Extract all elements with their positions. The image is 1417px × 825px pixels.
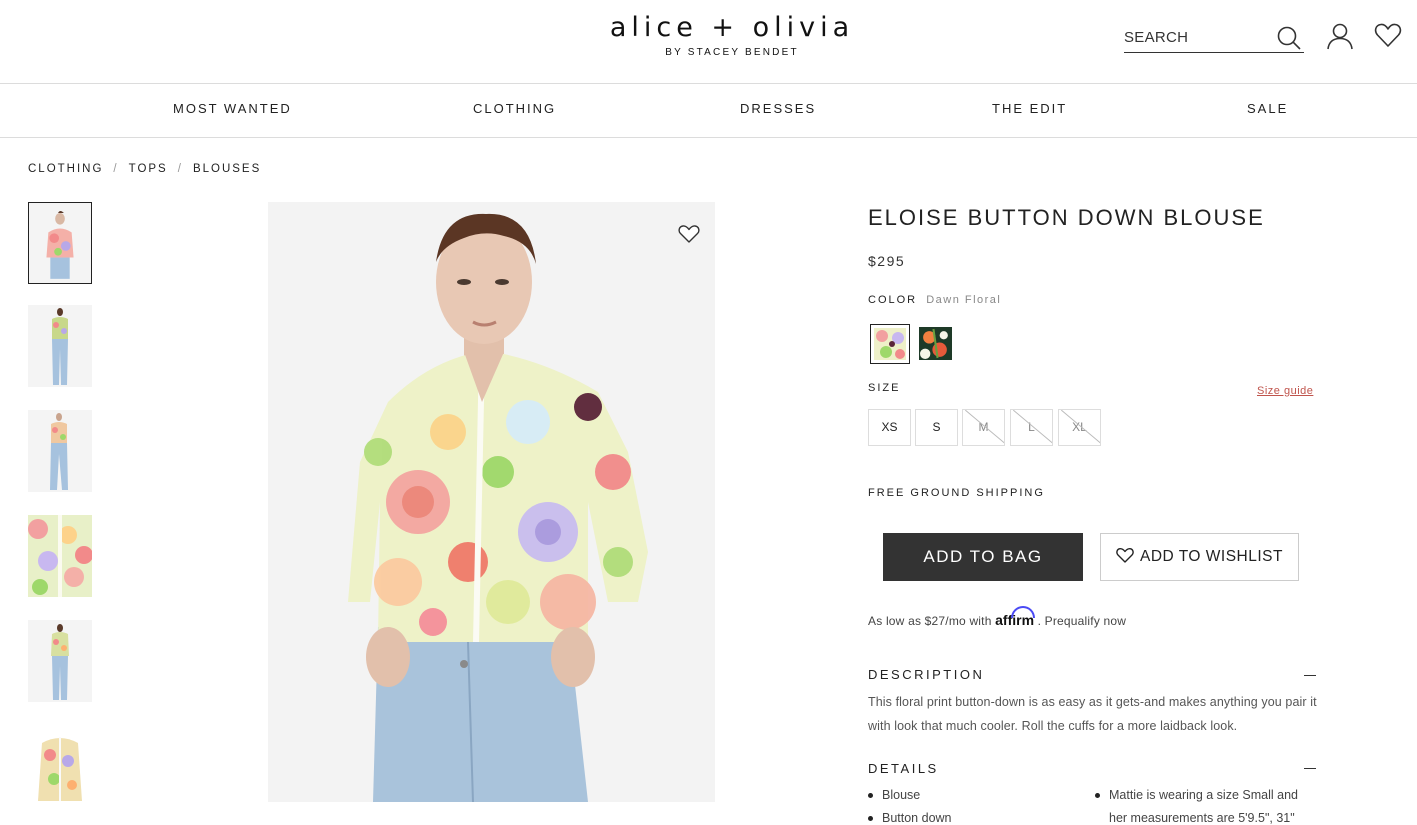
size-guide-link[interactable]: Size guide (1257, 385, 1313, 397)
account-icon[interactable] (1326, 22, 1354, 50)
product-price: $295 (868, 253, 906, 269)
nav-clothing[interactable]: CLOTHING (473, 101, 556, 116)
list-item: Button down (868, 807, 1068, 825)
breadcrumb-blouses[interactable]: BLOUSES (193, 163, 261, 175)
thumbnail-image (28, 305, 92, 387)
breadcrumb-tops[interactable]: TOPS (129, 163, 168, 175)
breadcrumb: CLOTHING / TOPS / BLOUSES (28, 163, 262, 175)
swatch-dark-floral[interactable] (919, 327, 952, 360)
description-collapse-icon[interactable] (1304, 675, 1316, 676)
product-title: ELOISE BUTTON DOWN BLOUSE (868, 205, 1265, 230)
nav-the-edit[interactable]: THE EDIT (992, 101, 1067, 116)
size-xl-button[interactable]: XL (1058, 409, 1101, 446)
affirm-logo: affirm (995, 606, 1036, 628)
list-item: Blouse (868, 784, 1068, 807)
size-s-button[interactable]: S (915, 409, 958, 446)
wishlist-heart-icon[interactable] (1374, 21, 1402, 49)
breadcrumb-clothing[interactable]: CLOTHING (28, 163, 103, 175)
search-input[interactable] (1124, 24, 1264, 50)
thumbnail-3[interactable] (28, 410, 92, 492)
prequalify-link[interactable]: . Prequalify now (1038, 614, 1127, 628)
swatch-image (874, 328, 906, 360)
details-heading[interactable]: DETAILS (868, 761, 939, 776)
nav-most-wanted[interactable]: MOST WANTED (173, 101, 292, 116)
product-photo (268, 202, 715, 802)
search-bar (1124, 24, 1304, 53)
details-list-left: Blouse Button down (868, 784, 1068, 825)
description-text: This floral print button-down is as easy… (868, 695, 1317, 733)
add-to-wishlist-label: ADD TO WISHLIST (1139, 548, 1283, 565)
details-collapse-icon[interactable] (1304, 768, 1316, 769)
thumbnail-image (28, 410, 92, 492)
thumbnail-1[interactable] (28, 202, 92, 284)
nav-sale[interactable]: SALE (1247, 101, 1288, 116)
thumbnail-image (29, 203, 91, 283)
details-list-right: Mattie is wearing a size Small and her m… (1095, 784, 1317, 825)
thumbnail-image (28, 725, 92, 807)
image-wishlist-heart-icon[interactable] (678, 224, 700, 244)
site-header: alice + olivia BY STACEY BENDET (0, 0, 1417, 84)
list-item: Mattie is wearing a size Small and her m… (1095, 784, 1317, 825)
thumbnail-6[interactable] (28, 725, 92, 807)
description-heading[interactable]: DESCRIPTION (868, 667, 984, 682)
size-label: SIZE (868, 382, 901, 394)
heart-icon (1116, 548, 1134, 564)
thumbnail-5[interactable] (28, 620, 92, 702)
affirm-financing: As low as $27/mo with affirm . Prequalif… (868, 606, 1127, 628)
swatch-dawn-floral[interactable] (870, 324, 910, 364)
shipping-note: FREE GROUND SHIPPING (868, 487, 1045, 499)
add-to-bag-button[interactable]: ADD TO BAG (883, 533, 1083, 581)
size-xs-button[interactable]: XS (868, 409, 911, 446)
main-product-image[interactable] (268, 202, 715, 802)
affirm-prefix: As low as $27/mo with (868, 614, 992, 628)
color-label-row: COLOR Dawn Floral (868, 294, 1001, 306)
color-label: COLOR (868, 294, 918, 306)
thumbnail-image (28, 515, 92, 597)
main-nav: MOST WANTED CLOTHING DRESSES THE EDIT SA… (0, 84, 1417, 138)
thumbnail-4[interactable] (28, 515, 92, 597)
thumbnail-2[interactable] (28, 305, 92, 387)
search-icon[interactable] (1276, 25, 1302, 51)
size-m-button[interactable]: M (962, 409, 1005, 446)
add-to-wishlist-button[interactable]: ADD TO WISHLIST (1100, 533, 1299, 581)
size-l-button[interactable]: L (1010, 409, 1053, 446)
thumbnail-image (28, 620, 92, 702)
nav-dresses[interactable]: DRESSES (740, 101, 816, 116)
color-value: Dawn Floral (926, 294, 1002, 306)
swatch-image (919, 327, 952, 360)
